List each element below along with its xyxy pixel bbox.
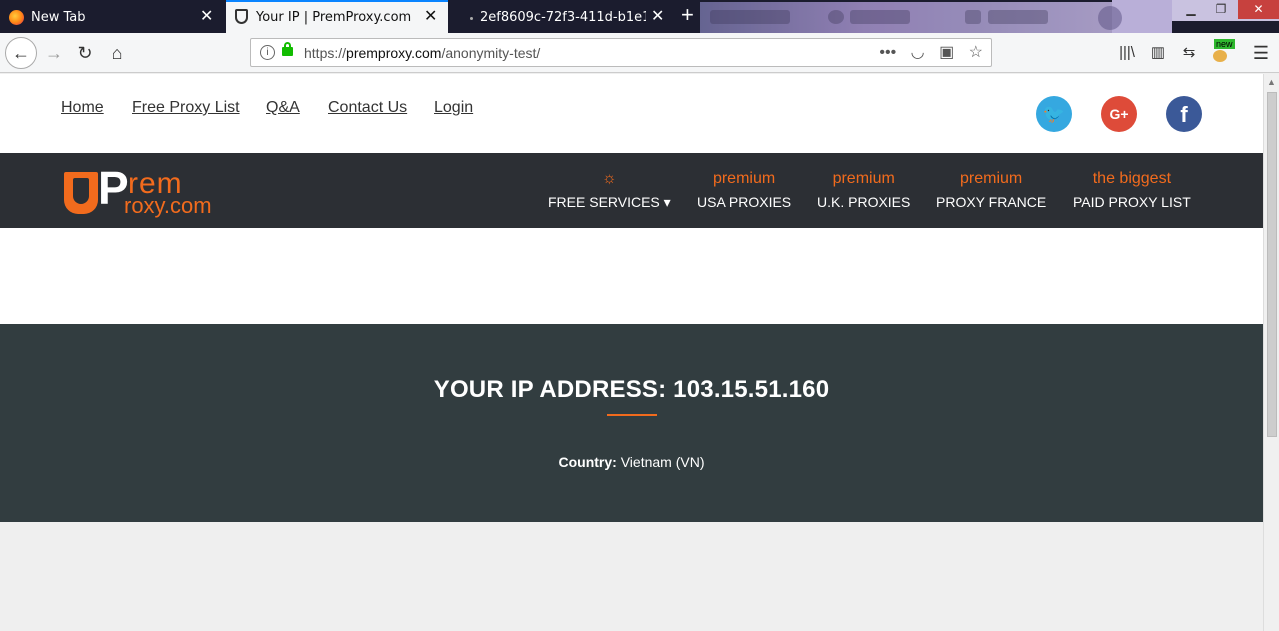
blurred-tab-icon [965, 10, 981, 24]
country-value: Vietnam (VN) [616, 454, 705, 470]
info-icon[interactable]: i [260, 45, 275, 60]
reload-icon[interactable]: ↻ [72, 40, 98, 66]
new-badge: new [1214, 39, 1235, 49]
facebook-icon[interactable]: f [1166, 96, 1202, 132]
premproxy-logo[interactable]: P rem roxy.com [64, 163, 214, 219]
lock-shackle [284, 42, 291, 49]
restore-icon[interactable]: ❐ [1206, 0, 1236, 19]
tab-premproxy[interactable]: Your IP | PremProxy.com ✕ [226, 0, 448, 33]
extension-icon[interactable]: new [1209, 39, 1235, 66]
page-content: Home Free Proxy List Q&A Contact Us Logi… [0, 74, 1263, 631]
blurred-tabs [700, 2, 1112, 33]
scroll-thumb[interactable] [1267, 92, 1277, 437]
url-bar[interactable]: i https://premproxy.com/anonymity-test/ … [250, 38, 992, 67]
url-text: https://premproxy.com/anonymity-test/ [304, 45, 540, 61]
sun-icon: ☼ [602, 170, 617, 187]
page-actions-icon[interactable]: ••• [879, 44, 896, 61]
title-underline [607, 414, 657, 416]
menu-qa-link[interactable]: Q&A [266, 99, 300, 117]
white-spacer [0, 228, 1263, 324]
sidebar-icon[interactable]: ▥ [1145, 40, 1171, 66]
close-tab-icon[interactable]: ✕ [424, 7, 437, 25]
tab-title: Your IP | PremProxy.com [256, 10, 412, 25]
nav-usa-proxies[interactable]: premium USA PROXIES [697, 169, 791, 212]
window-controls: ▁ ❐ ✕ [1172, 0, 1279, 21]
scroll-up-arrow-icon[interactable]: ▲ [1267, 77, 1276, 87]
tab-title: New Tab [31, 10, 86, 25]
minimize-icon[interactable]: ▁ [1176, 0, 1206, 19]
menu-login-link[interactable]: Login [434, 99, 473, 117]
url-path: /anonymity-test/ [441, 45, 541, 61]
browser-toolbar: ← → ↻ ⌂ i https://premproxy.com/anonymit… [0, 33, 1279, 73]
blurred-area [1098, 0, 1172, 33]
menu-contact-link[interactable]: Contact Us [328, 99, 407, 117]
extension-face-icon [1213, 50, 1227, 62]
nav-paid-proxy-list[interactable]: the biggest PAID PROXY LIST [1073, 169, 1191, 212]
page-scrollbar[interactable]: ▲ [1263, 74, 1279, 631]
tab-title: 2ef8609c-72f3-411d-b1e1-2590 [480, 10, 646, 25]
url-host: premproxy.com [346, 45, 442, 61]
window-close-icon[interactable]: ✕ [1238, 0, 1279, 19]
url-prefix: https:// [304, 45, 347, 61]
blurred-tab [850, 10, 910, 24]
tab-new-tab[interactable]: New Tab ✕ [0, 2, 224, 33]
ip-address-title: YOUR IP ADDRESS: 103.15.51.160 [433, 376, 830, 403]
new-tab-button[interactable]: + [681, 4, 694, 26]
twitter-icon[interactable]: 🐦 [1036, 96, 1072, 132]
nav-sublabel: premium [959, 170, 1023, 187]
menu-free-proxy-list-link[interactable]: Free Proxy List [132, 99, 240, 117]
blurred-tab [988, 10, 1048, 24]
close-tab-icon[interactable]: ✕ [651, 7, 664, 25]
close-tab-icon[interactable]: ✕ [200, 7, 213, 25]
blurred-tab [710, 10, 790, 24]
url-actions: ••• ◡ ▣ ☆ [869, 42, 983, 62]
tab-strip: New Tab ✕ Your IP | PremProxy.com ✕ 2ef8… [0, 0, 1279, 33]
loading-dot-icon [470, 17, 473, 20]
menu-home-link[interactable]: Home [61, 99, 104, 117]
main-nav: P rem roxy.com ☼ FREE SERVICES ▾ premium… [0, 153, 1263, 228]
pocket-icon[interactable]: ◡ [911, 44, 925, 61]
nav-proxy-france[interactable]: premium PROXY FRANCE [936, 169, 1046, 212]
logo-proxy: roxy.com [124, 193, 212, 218]
library-icon[interactable]: |||\ [1114, 40, 1140, 66]
sync-icon[interactable]: ⇆ [1176, 40, 1202, 66]
bookmark-star-icon[interactable]: ☆ [969, 44, 983, 61]
nav-uk-proxies[interactable]: premium U.K. PROXIES [817, 169, 910, 212]
logo-shield-icon [64, 172, 98, 214]
shield-favicon-icon [235, 9, 248, 24]
nav-sublabel: premium [712, 170, 776, 187]
nav-free-services[interactable]: ☼ FREE SERVICES ▾ [548, 169, 671, 212]
google-plus-icon[interactable]: G+ [1101, 96, 1137, 132]
nav-label: FREE SERVICES ▾ [548, 194, 671, 210]
top-menu: Home Free Proxy List Q&A Contact Us Logi… [0, 74, 1263, 153]
reader-view-icon[interactable]: ▣ [939, 44, 954, 61]
country-line: Country: Vietnam (VN) [0, 454, 1263, 470]
ip-section: YOUR IP ADDRESS: 103.15.51.160 Country: … [0, 324, 1263, 522]
blurred-tab-icon [828, 10, 844, 24]
forward-arrow-icon[interactable]: → [41, 40, 67, 66]
nav-label: USA PROXIES [697, 194, 792, 210]
blurred-button-icon [1098, 6, 1122, 30]
firefox-icon [9, 10, 24, 25]
nav-sublabel: premium [832, 170, 895, 187]
nav-label: U.K. PROXIES [817, 194, 911, 210]
nav-label: PAID PROXY LIST [1073, 194, 1191, 210]
home-icon[interactable]: ⌂ [104, 40, 130, 66]
hamburger-menu-icon[interactable]: ☰ [1248, 40, 1274, 66]
nav-label: PROXY FRANCE [936, 194, 1047, 210]
back-arrow-icon[interactable]: ← [5, 37, 37, 69]
tab-guid[interactable]: 2ef8609c-72f3-411d-b1e1-2590 ✕ [450, 2, 674, 33]
nav-sublabel: the biggest [1092, 170, 1172, 187]
country-label: Country: [558, 454, 617, 470]
